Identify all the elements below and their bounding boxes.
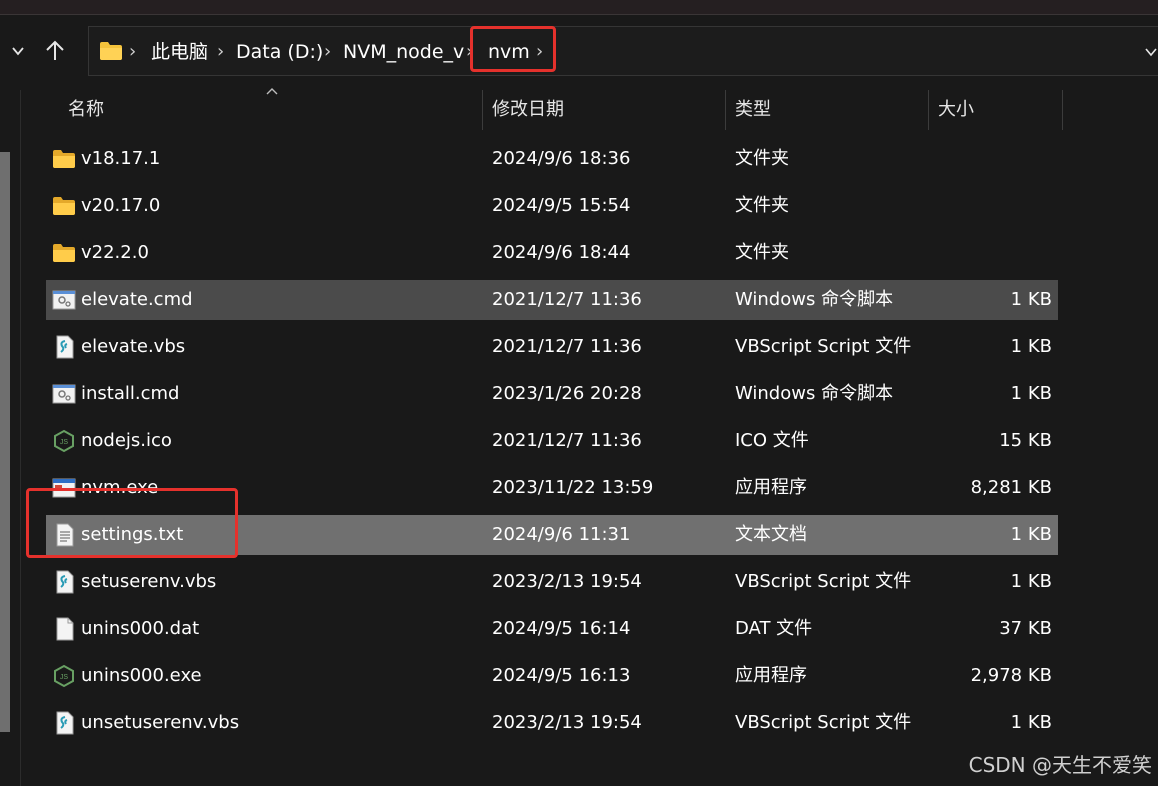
up-arrow-icon[interactable] [37, 28, 73, 74]
file-type: VBScript Script 文件 [735, 571, 912, 592]
window-title-strip [0, 0, 1158, 15]
file-row-v18-17-1[interactable]: v18.17.1 2024/9/6 18:36 文件夹 [46, 139, 1058, 179]
column-header-type[interactable]: 类型 [735, 90, 771, 130]
file-date: 2021/12/7 11:36 [492, 430, 642, 451]
file-date: 2024/9/6 18:36 [492, 148, 631, 169]
vbs-script-icon [52, 335, 76, 359]
vbs-script-icon [52, 711, 76, 735]
file-name[interactable]: v20.17.0 [81, 186, 160, 226]
file-type: 文本文档 [735, 524, 807, 545]
file-row-unins000-dat[interactable]: unins000.dat 2024/9/5 16:14 DAT 文件 37 KB [46, 609, 1058, 649]
file-date: 2023/11/22 13:59 [492, 477, 654, 498]
folder-icon [52, 241, 76, 265]
breadcrumb-separator: › [129, 41, 137, 62]
file-size: 2,978 KB [970, 665, 1052, 686]
file-size: 1 KB [1010, 289, 1052, 310]
file-date: 2021/12/7 11:36 [492, 289, 642, 310]
file-type: Windows 命令脚本 [735, 289, 894, 310]
column-divider[interactable] [482, 90, 483, 130]
column-divider[interactable] [725, 90, 726, 130]
address-history-chevron-icon[interactable] [1144, 44, 1158, 63]
file-type: ICO 文件 [735, 430, 809, 451]
highlight-box-settings [26, 488, 238, 558]
file-size: 1 KB [1010, 712, 1052, 733]
file-size: 15 KB [999, 430, 1052, 451]
file-row-unins000-exe[interactable]: JS unins000.exe 2024/9/5 16:13 应用程序 2,97… [46, 656, 1058, 696]
file-type: VBScript Script 文件 [735, 336, 912, 357]
nodejs-icon: JS [52, 664, 76, 688]
cmd-script-icon [52, 288, 76, 312]
file-name[interactable]: install.cmd [81, 374, 179, 414]
breadcrumb-separator[interactable]: › [324, 27, 331, 77]
file-row-nodejs-ico[interactable]: JS nodejs.ico 2021/12/7 11:36 ICO 文件 15 … [46, 421, 1058, 461]
file-row-unsetuserenv-vbs[interactable]: unsetuserenv.vbs 2023/2/13 19:54 VBScrip… [46, 703, 1058, 743]
file-type: DAT 文件 [735, 618, 813, 639]
file-date: 2024/9/5 16:14 [492, 618, 631, 639]
file-date: 2021/12/7 11:36 [492, 336, 642, 357]
file-type: 文件夹 [735, 148, 789, 169]
file-type: VBScript Script 文件 [735, 712, 912, 733]
file-name[interactable]: elevate.vbs [81, 327, 185, 367]
column-header-size[interactable]: 大小 [938, 90, 974, 130]
file-type: 应用程序 [735, 665, 807, 686]
file-size: 1 KB [1010, 571, 1052, 592]
file-row-setuserenv-vbs[interactable]: setuserenv.vbs 2023/2/13 19:54 VBScript … [46, 562, 1058, 602]
file-date: 2024/9/6 18:44 [492, 242, 631, 263]
file-row-elevate-cmd[interactable]: elevate.cmd 2021/12/7 11:36 Windows 命令脚本… [46, 280, 1058, 320]
file-date: 2024/9/5 15:54 [492, 195, 631, 216]
navigation-pane-scrollbar[interactable] [0, 152, 10, 732]
folder-icon [52, 194, 76, 218]
file-name[interactable]: setuserenv.vbs [81, 562, 216, 602]
column-divider[interactable] [928, 90, 929, 130]
file-name[interactable]: elevate.cmd [81, 280, 193, 320]
file-date: 2024/9/6 11:31 [492, 524, 631, 545]
svg-text:JS: JS [60, 439, 69, 446]
cmd-script-icon [52, 382, 76, 406]
file-date: 2024/9/5 16:13 [492, 665, 631, 686]
svg-text:JS: JS [60, 674, 69, 681]
file-row-install-cmd[interactable]: install.cmd 2023/1/26 20:28 Windows 命令脚本… [46, 374, 1058, 414]
column-header-row: 名称 修改日期 类型 大小 [44, 90, 1074, 130]
breadcrumb-data-drive[interactable]: Data (D:) [236, 27, 323, 77]
folder-icon [52, 147, 76, 171]
file-name[interactable]: unins000.exe [81, 656, 202, 696]
file-size: 1 KB [1010, 336, 1052, 357]
file-type: 文件夹 [735, 195, 789, 216]
file-type: Windows 命令脚本 [735, 383, 894, 404]
file-date: 2023/2/13 19:54 [492, 571, 642, 592]
breadcrumb-nvm-node-v[interactable]: NVM_node_v [343, 27, 464, 77]
file-size: 8,281 KB [970, 477, 1052, 498]
file-type: 文件夹 [735, 242, 789, 263]
file-date: 2023/1/26 20:28 [492, 383, 642, 404]
column-header-date[interactable]: 修改日期 [492, 90, 564, 130]
file-size: 1 KB [1010, 524, 1052, 545]
pane-divider [20, 90, 21, 786]
breadcrumb-this-pc[interactable]: 此电脑 [151, 27, 208, 77]
file-row-elevate-vbs[interactable]: elevate.vbs 2021/12/7 11:36 VBScript Scr… [46, 327, 1058, 367]
highlight-box-nvm [470, 26, 556, 72]
file-type: 应用程序 [735, 477, 807, 498]
column-divider[interactable] [1062, 90, 1063, 130]
file-name[interactable]: unins000.dat [81, 609, 199, 649]
file-size: 37 KB [999, 618, 1052, 639]
folder-icon [99, 41, 123, 61]
file-date: 2023/2/13 19:54 [492, 712, 642, 733]
nodejs-icon: JS [52, 429, 76, 453]
vbs-script-icon [52, 570, 76, 594]
watermark: CSDN @天生不爱笑 [968, 753, 1152, 777]
file-name[interactable]: nodejs.ico [81, 421, 172, 461]
file-row-v20-17-0[interactable]: v20.17.0 2024/9/5 15:54 文件夹 [46, 186, 1058, 226]
file-name[interactable]: v22.2.0 [81, 233, 149, 273]
file-name[interactable]: v18.17.1 [81, 139, 160, 179]
column-header-name[interactable]: 名称 [68, 90, 104, 130]
file-name[interactable]: unsetuserenv.vbs [81, 703, 239, 743]
file-row-v22-2-0[interactable]: v22.2.0 2024/9/6 18:44 文件夹 [46, 233, 1058, 273]
recent-locations-chevron-icon[interactable] [0, 28, 36, 74]
file-size: 1 KB [1010, 383, 1052, 404]
blank-file-icon [52, 617, 76, 641]
address-bar[interactable]: › 此电脑 › Data (D:) › NVM_node_v › nvm › [88, 26, 1158, 76]
breadcrumb-separator[interactable]: › [217, 27, 224, 77]
